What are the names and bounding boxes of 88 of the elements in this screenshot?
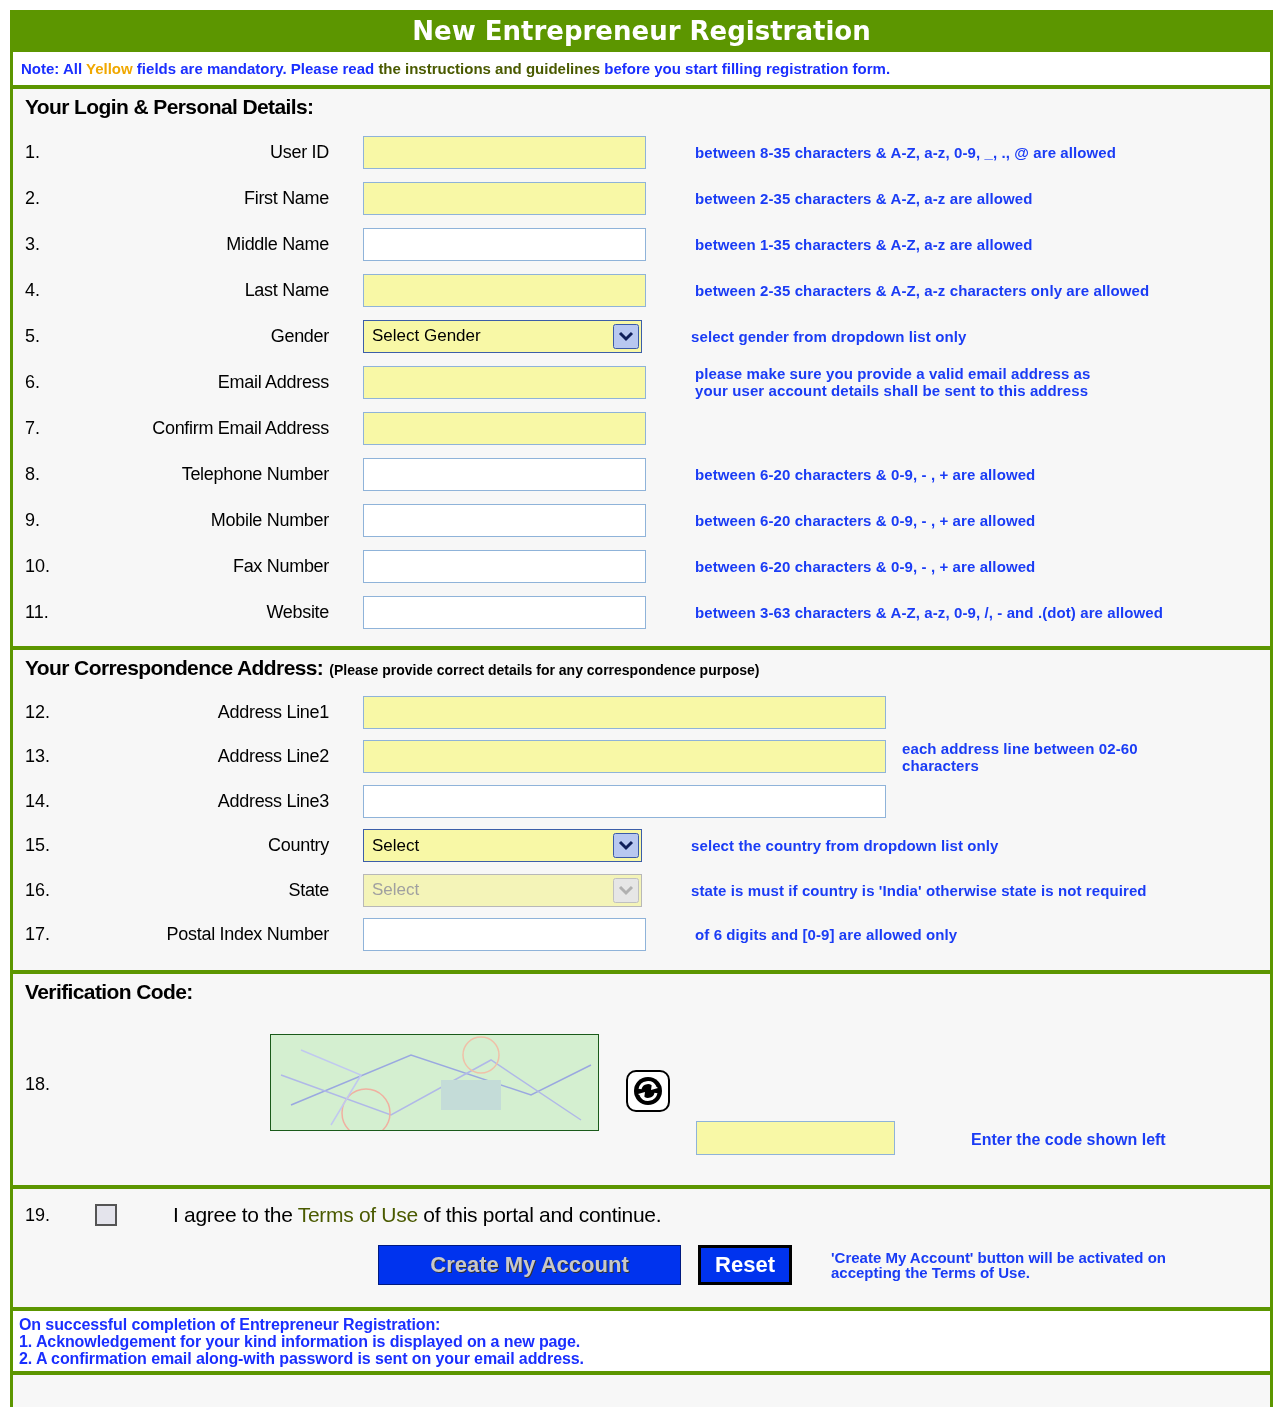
button-note: 'Create My Account' button will be activated on: [831, 1250, 1166, 1265]
input-field[interactable]: [363, 918, 646, 952]
field-label: State: [287, 879, 329, 901]
field-label: Country: [267, 835, 329, 857]
info-line: 2. A confirmation email along-with password is sent on your email address.: [19, 1350, 585, 1367]
row-number: 18.: [25, 1074, 52, 1095]
field-label: Middle Name: [225, 233, 329, 255]
field-label: Website: [265, 601, 329, 623]
field-label: Address Line1: [216, 701, 329, 723]
button-note: accepting the Terms of Use.: [831, 1265, 1031, 1280]
field-label: Email Address: [216, 371, 329, 393]
field-hint: state is must if country is 'India' otherwise state is not required: [691, 881, 1147, 899]
field-hint: select the country from dropdown list only: [691, 837, 999, 855]
agreement-text: I agree to the Terms of Use of this portal and continue.: [173, 1203, 662, 1227]
section-heading: Your Correspondence Address:: [25, 656, 324, 680]
field-label: Address Line2: [216, 746, 329, 768]
row-number: 1.: [25, 141, 41, 163]
field-hint: characters: [902, 756, 980, 774]
info-line: 1. Acknowledgement for your kind information is displayed on a new page.: [19, 1333, 582, 1350]
row-number: 8.: [25, 463, 41, 485]
input-field[interactable]: [363, 503, 646, 537]
field-label: Mobile Number: [209, 509, 329, 531]
field-label: Postal Index Number: [165, 924, 329, 946]
dropdown[interactable]: Select Gender: [363, 319, 642, 353]
form-title: New Entrepreneur Registration: [411, 15, 872, 48]
code-hint: Enter the code shown left: [971, 1131, 1166, 1149]
field-hint: between 6-20 characters & 0-9, - , + are allowed: [695, 465, 1036, 483]
input-field[interactable]: [363, 784, 886, 818]
row-number: 3.: [25, 233, 41, 255]
refresh-icon[interactable]: [626, 1070, 670, 1112]
input-field[interactable]: [363, 135, 646, 169]
section-heading: Your Login & Personal Details:: [25, 95, 314, 119]
row-number: 5.: [25, 325, 41, 347]
dropdown[interactable]: Select: [363, 829, 642, 863]
code-input-field[interactable]: [696, 1121, 895, 1155]
row-number: 4.: [25, 279, 41, 301]
field-label: Gender: [269, 325, 329, 347]
row-number: 15.: [25, 835, 52, 857]
row-number: 19.: [25, 1204, 52, 1226]
row-number: 9.: [25, 509, 41, 531]
row-number: 16.: [25, 879, 52, 901]
input-field[interactable]: [363, 695, 886, 729]
field-hint: your user account details shall be sent to this address: [695, 382, 1090, 399]
field-hint: each address line between 02-60: [902, 739, 1138, 757]
input-field[interactable]: [363, 595, 646, 629]
field-label: User ID: [269, 141, 329, 163]
row-number: 11.: [25, 601, 50, 623]
field-hint: between 6-20 characters & 0-9, - , + are allowed: [695, 557, 1036, 575]
input-field[interactable]: [363, 549, 646, 583]
section-subheading: (Please provide correct details for any correspondence purpose): [329, 662, 760, 678]
field-label: Address Line3: [216, 790, 329, 812]
field-hint: select gender from dropdown list only: [691, 327, 967, 345]
field-hint: of 6 digits and [0-9] are allowed only: [695, 926, 958, 944]
row-number: 14.: [25, 790, 52, 812]
row-number: 2.: [25, 187, 41, 209]
input-field[interactable]: [363, 740, 886, 774]
field-label: Fax Number: [231, 555, 329, 577]
row-number: 12.: [25, 701, 52, 723]
field-hint: between 2-35 characters & A-Z, a-z are allowed: [695, 189, 1033, 207]
mandatory-note: Note: All Yellow fields are mandatory. Please read the instructions and guidelines before you start filling registration form.: [21, 60, 891, 77]
row-number: 6.: [25, 371, 41, 393]
input-field[interactable]: [363, 181, 646, 215]
checkbox[interactable]: [95, 1204, 117, 1226]
row-number: 17.: [25, 924, 52, 946]
field-hint: please make sure you provide a valid email address as: [695, 365, 1091, 382]
section-heading: Verification Code:: [25, 980, 193, 1004]
field-hint: between 8-35 characters & A-Z, a-z, 0-9, _, ., @ are allowed: [695, 143, 1117, 161]
input-field[interactable]: [363, 365, 646, 399]
input-field[interactable]: [363, 411, 646, 445]
row-number: 7.: [25, 417, 41, 439]
field-hint: between 2-35 characters & A-Z, a-z characters only are allowed: [695, 281, 1150, 299]
chevron-down-icon: [613, 833, 639, 859]
field-label: First Name: [243, 187, 329, 209]
chevron-down-icon: [613, 323, 639, 349]
input-field[interactable]: [363, 457, 646, 491]
chevron-down-icon: [613, 877, 639, 903]
info-line: On successful completion of Entrepreneur Registration:: [19, 1316, 442, 1333]
field-label: Confirm Email Address: [151, 417, 329, 439]
row-number: 13.: [25, 746, 52, 768]
row-number: 10.: [25, 555, 52, 577]
field-hint: between 1-35 characters & A-Z, a-z are allowed: [695, 235, 1033, 253]
field-hint: between 3-63 characters & A-Z, a-z, 0-9, /, - and .(dot) are allowed: [695, 603, 1164, 621]
reset-button[interactable]: Reset: [698, 1245, 792, 1285]
field-label: Telephone Number: [180, 463, 329, 485]
input-field[interactable]: [363, 273, 646, 307]
input-field[interactable]: [363, 227, 646, 261]
field-hint: between 6-20 characters & 0-9, - , + are allowed: [695, 511, 1036, 529]
field-label: Last Name: [243, 279, 329, 301]
